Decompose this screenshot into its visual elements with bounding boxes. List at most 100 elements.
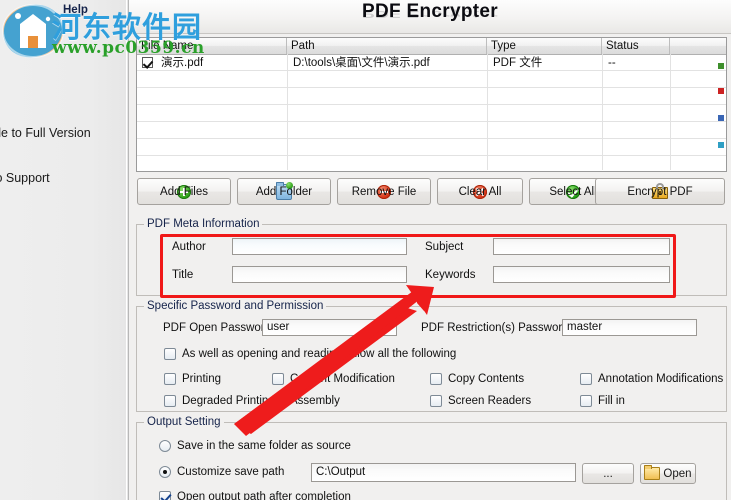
allow-all-checkbox-row[interactable]: As well as opening and reading, allow al… [164, 347, 456, 361]
screen-readers-label: Screen Readers [448, 395, 532, 407]
cell-path: D:\tools\桌面\文件\演示.pdf [293, 57, 430, 69]
title-field[interactable] [232, 266, 407, 283]
browse-label: ... [603, 467, 613, 480]
page-title-reflection: PDF Encrypter [362, 8, 498, 20]
printing-checkbox[interactable] [164, 373, 176, 385]
open-password-field[interactable]: user [262, 319, 397, 336]
add-folder-button[interactable]: Add Folder [237, 178, 331, 205]
column-header-status[interactable]: Status [602, 38, 670, 54]
restriction-password-field[interactable]: master [562, 319, 697, 336]
permission-degraded-printing[interactable]: Degraded Printing [164, 394, 275, 408]
file-list-header: File Name Path Type Status [137, 38, 726, 55]
permission-annotation-modifications[interactable]: Annotation Modifications [580, 372, 723, 386]
annotation-modifications-checkbox[interactable] [580, 373, 592, 385]
add-folder-label: Add Folder [255, 185, 313, 198]
keywords-label: Keywords [425, 269, 476, 281]
radio-save-same-folder[interactable]: Save in the same folder as source [159, 439, 351, 453]
pdf-meta-information-group: PDF Meta Information Author Title Subjec… [136, 218, 727, 296]
add-files-label: Add Files [160, 185, 208, 198]
encrypt-pdf-button[interactable]: Encrypt PDF [595, 178, 725, 205]
open-folder-icon [644, 465, 661, 480]
output-setting-group: Output Setting Save in the same folder a… [136, 416, 727, 500]
save-same-folder-radio[interactable] [159, 440, 171, 452]
degraded-printing-label: Degraded Printing [182, 395, 275, 407]
customize-save-path-radio[interactable] [159, 466, 171, 478]
keywords-field[interactable] [493, 266, 670, 283]
column-header-blank[interactable] [670, 38, 726, 54]
copy-contents-label: Copy Contents [448, 373, 525, 385]
sidebar-item-email-to-support[interactable]: ail to Support [0, 169, 126, 187]
sidebar-help-label: Help [63, 4, 88, 16]
row-checkbox[interactable] [142, 57, 153, 68]
author-field[interactable] [232, 238, 407, 255]
column-header-path[interactable]: Path [287, 38, 487, 54]
content-modification-checkbox[interactable] [272, 373, 284, 385]
open-after-completion-checkbox[interactable] [159, 491, 171, 500]
edge-marker-red [718, 88, 724, 94]
subject-label: Subject [425, 241, 464, 253]
select-all-label: Select All [549, 185, 597, 198]
restriction-password-label: PDF Restriction(s) Password [421, 322, 569, 334]
allow-all-label: As well as opening and reading, allow al… [182, 348, 457, 360]
encrypt-pdf-label: Encrypt PDF [627, 185, 693, 198]
open-label: Open [663, 467, 692, 480]
customize-save-path-label: Customize save path [177, 466, 285, 478]
table-row[interactable]: 演示.pdf D:\tools\桌面\文件\演示.pdf PDF 文件 -- [137, 55, 726, 71]
open-after-completion-row[interactable]: Open output path after completion [159, 490, 351, 500]
cell-status: -- [608, 57, 616, 69]
edge-marker-green [718, 63, 724, 69]
degraded-printing-checkbox[interactable] [164, 395, 176, 407]
permission-content-modification[interactable]: Content Modification [272, 372, 395, 386]
cell-type: PDF 文件 [493, 57, 543, 69]
remove-file-button[interactable]: Remove File [337, 178, 431, 205]
permission-fill-in[interactable]: Fill in [580, 394, 625, 408]
main-panel: PDF Encrypter PDF Encrypter File Name Pa… [129, 0, 731, 500]
copy-contents-checkbox[interactable] [430, 373, 442, 385]
open-output-folder-button[interactable]: Open [640, 463, 696, 484]
header-bar: PDF Encrypter PDF Encrypter [129, 0, 731, 34]
add-files-button[interactable]: Add Files [137, 178, 231, 205]
fill-in-label: Fill in [598, 395, 625, 407]
file-list[interactable]: File Name Path Type Status 演示.pdf D:\too… [136, 37, 727, 172]
title-label: Title [172, 269, 194, 281]
column-header-type[interactable]: Type [487, 38, 602, 54]
clear-all-button[interactable]: Clear All [437, 178, 523, 205]
fill-in-checkbox[interactable] [580, 395, 592, 407]
output-path-field[interactable]: C:\Output [311, 463, 576, 482]
radio-customize-save-path[interactable]: Customize save path [159, 465, 284, 479]
permission-copy-contents[interactable]: Copy Contents [430, 372, 524, 386]
sidebar-item-about[interactable]: out [0, 214, 126, 232]
file-list-grid [137, 54, 726, 170]
printing-label: Printing [182, 373, 221, 385]
browse-button[interactable]: ... [582, 463, 634, 484]
annotation-modifications-label: Annotation Modifications [598, 373, 724, 385]
edge-marker-blue [718, 115, 724, 121]
save-same-folder-label: Save in the same folder as source [177, 440, 351, 452]
sidebar-item-email-label: ail to Support [0, 171, 50, 185]
open-password-label: PDF Open Password [163, 322, 272, 334]
column-header-file-name[interactable]: File Name [137, 38, 287, 54]
cell-file-name: 演示.pdf [161, 57, 204, 69]
sidebar-item-upgrade-label: grade to Full Version [0, 126, 91, 140]
subject-field[interactable] [493, 238, 670, 255]
clear-all-label: Clear All [458, 185, 502, 198]
left-sidebar: lp me grade to Full Version ail to Suppo… [0, 0, 129, 500]
site-logo-icon [2, 2, 64, 58]
content-modification-label: Content Modification [290, 373, 395, 385]
sidebar-item-upgrade-to-full-version[interactable]: grade to Full Version [0, 124, 126, 142]
permission-assembly[interactable]: Assembly [272, 394, 340, 408]
allow-all-checkbox[interactable] [164, 348, 176, 360]
password-permission-title: Specific Password and Permission [144, 300, 327, 312]
edge-marker-cyan [718, 142, 724, 148]
assembly-checkbox[interactable] [272, 395, 284, 407]
author-label: Author [172, 241, 206, 253]
assembly-label: Assembly [290, 395, 340, 407]
output-setting-title: Output Setting [144, 416, 224, 428]
permission-screen-readers[interactable]: Screen Readers [430, 394, 531, 408]
permission-printing[interactable]: Printing [164, 372, 221, 386]
pdf-meta-information-title: PDF Meta Information [144, 218, 263, 230]
sidebar-item-home[interactable]: me [0, 79, 126, 97]
screen-readers-checkbox[interactable] [430, 395, 442, 407]
remove-file-label: Remove File [351, 185, 417, 198]
open-after-completion-label: Open output path after completion [177, 491, 351, 500]
